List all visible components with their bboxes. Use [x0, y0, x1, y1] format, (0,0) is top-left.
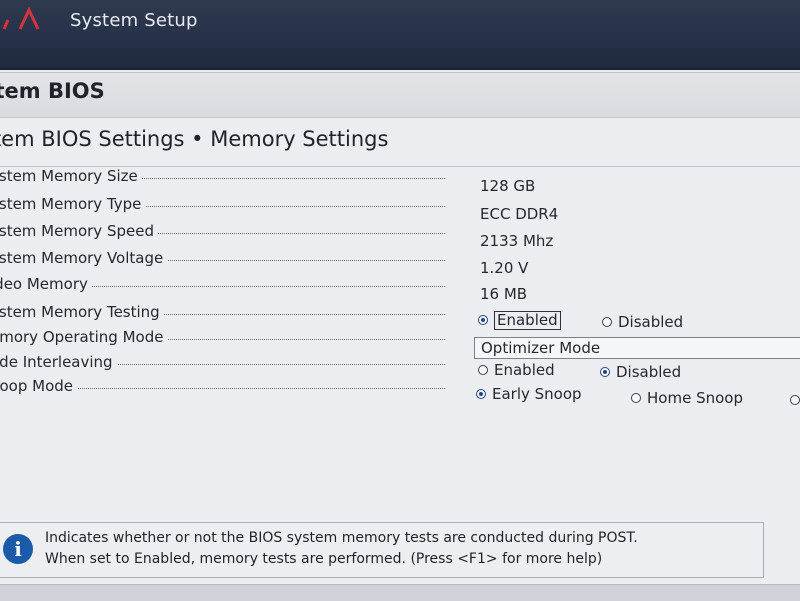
setting-row-node-interleaving: ode Interleaving Enabled Disabled [0, 352, 800, 381]
radio-unselected-icon [602, 317, 612, 327]
setting-label: ideo Memory [0, 274, 445, 296]
setting-row-snoop-mode: noop Mode Early Snoop Home Snoop [0, 376, 800, 407]
page-header: stem BIOS [0, 72, 800, 118]
setting-label: emory Operating Mode [0, 327, 445, 349]
radio-unselected-icon [631, 393, 641, 403]
help-panel: i Indicates whether or not the BIOS syst… [0, 522, 764, 578]
setting-row-memory-voltage: ystem Memory Voltage 1.20 V [0, 248, 800, 277]
snoop-mode-home-radio[interactable]: Home Snoop [631, 388, 743, 408]
setting-label: ystem Memory Type [0, 194, 445, 216]
help-text: Indicates whether or not the BIOS system… [45, 528, 757, 570]
section-title: stem BIOS Settings • Memory Settings [0, 127, 389, 151]
radio-selected-icon [478, 315, 488, 325]
page-title: stem BIOS [0, 79, 105, 103]
setting-label: ystem Memory Voltage [0, 248, 445, 270]
radio-selected-icon [476, 389, 486, 399]
setting-row-memory-testing: ystem Memory Testing Enabled Disabled [0, 302, 800, 331]
setting-row-memory-speed: ystem Memory Speed 2133 Mhz [0, 221, 800, 250]
help-text-line: Indicates whether or not the BIOS system… [45, 530, 638, 546]
snoop-mode-next-radio[interactable] [790, 390, 800, 410]
setting-value: 128 GB [480, 177, 536, 195]
help-text-line: When set to Enabled, memory tests are pe… [45, 551, 603, 567]
setting-label: ystem Memory Testing [0, 302, 445, 324]
setting-label: noop Mode [0, 376, 445, 398]
radio-unselected-icon [790, 395, 800, 405]
setting-label: ode Interleaving [0, 352, 445, 374]
info-icon: i [3, 534, 33, 564]
setting-row-video-memory: ideo Memory 16 MB [0, 274, 800, 303]
snoop-mode-early-radio[interactable]: Early Snoop [476, 384, 582, 404]
setting-label: ystem Memory Speed [0, 221, 445, 243]
setting-row-operating-mode: emory Operating Mode Optimizer Mode [0, 327, 800, 359]
top-bar: System Setup [0, 0, 800, 68]
setting-label: ystem Memory Size [0, 166, 445, 188]
setting-row-memory-type: ystem Memory Type ECC DDR4 [0, 194, 800, 223]
app-title: System Setup [70, 10, 198, 31]
radio-unselected-icon [478, 365, 488, 375]
setting-value: 16 MB [480, 285, 528, 303]
vendor-logo-icon [2, 6, 40, 30]
setting-row-memory-size: ystem Memory Size 128 GB [0, 166, 800, 195]
bottom-band [0, 584, 800, 601]
